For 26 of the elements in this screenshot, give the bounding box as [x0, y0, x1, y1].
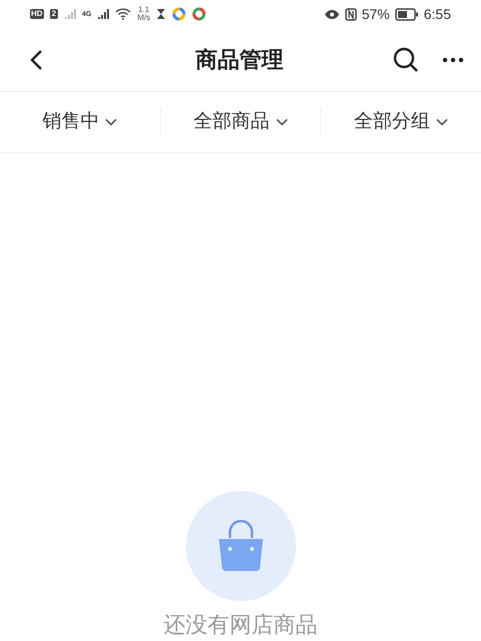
empty-message: 还没有网店商品 — [164, 611, 318, 639]
wifi-icon — [115, 8, 132, 20]
speed-unit: M/s — [137, 14, 150, 22]
page-title: 商品管理 — [196, 46, 284, 74]
chevron-down-icon — [436, 118, 448, 126]
filter-dropdown[interactable]: 全部商品 — [194, 108, 288, 136]
filter-dropdown[interactable]: 全部分组 — [354, 108, 448, 136]
battery-percent: 57% — [362, 4, 390, 24]
hd-badge: HD — [30, 9, 44, 19]
app-icon — [172, 7, 186, 21]
battery-icon — [394, 8, 419, 20]
more-icon — [442, 56, 464, 62]
nfc-icon — [344, 8, 357, 20]
speed-value: 1.1 — [138, 6, 150, 14]
filter-dropdown[interactable]: 销售中 — [42, 108, 118, 136]
eye-icon — [324, 8, 340, 20]
app-icon — [192, 7, 206, 21]
clock: 6:55 — [424, 4, 451, 24]
search-icon — [392, 46, 420, 74]
signal-icon — [64, 8, 76, 20]
hourglass-icon — [156, 8, 166, 20]
signal-icon — [97, 8, 110, 20]
sim-badge: 2 — [50, 9, 58, 19]
chevron-down-icon — [276, 118, 288, 126]
back-icon — [29, 48, 43, 70]
chevron-down-icon — [105, 118, 118, 126]
